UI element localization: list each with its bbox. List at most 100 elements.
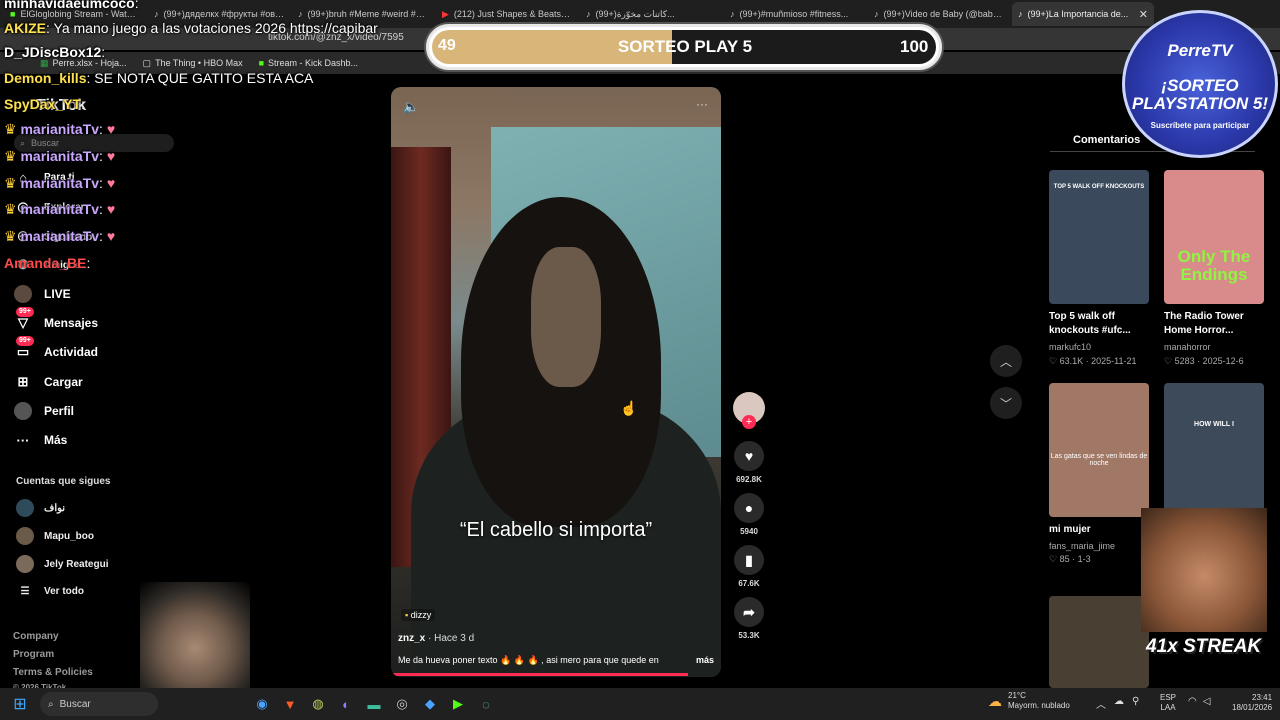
chat-message: ♛ marianitaTv: ♥: [4, 175, 116, 191]
logo-title: ¡SORTEO PLAYSTATION 5!: [1132, 76, 1268, 113]
brave-icon[interactable]: ▼: [276, 697, 304, 712]
mic-icon: ⚲: [1132, 696, 1140, 707]
thumbnail-author[interactable]: manahorror: [1164, 342, 1211, 352]
app-icon[interactable]: ◆: [416, 696, 444, 712]
video-thumbnail[interactable]: [1049, 596, 1149, 688]
more-options-icon[interactable]: ···: [696, 97, 708, 111]
clock[interactable]: 23:41 18/01/2026: [1232, 693, 1272, 713]
nav-item-actividad[interactable]: ▭ 99+ Actividad: [14, 336, 98, 361]
save-button[interactable]: ▮ 67.6K: [733, 545, 765, 588]
following-account[interactable]: Mapu_boo: [16, 527, 94, 545]
share-icon: ➦: [734, 597, 764, 627]
notification-badge: 99+: [16, 336, 34, 346]
heart-icon: ♥: [106, 201, 116, 217]
system-tray[interactable]: ︿ ☁ ⚲: [1096, 696, 1139, 711]
chevron-up-icon: ︿: [999, 354, 1012, 369]
more-icon: ···: [16, 432, 30, 448]
volume-icon[interactable]: 🔈: [403, 99, 419, 115]
outlook-icon[interactable]: ◉: [248, 696, 276, 712]
browser-tab[interactable]: ♪ (99+)Video de Baby (@babyte...: [868, 2, 1010, 26]
cloud-icon: ☁: [1114, 696, 1124, 707]
nav-item-mensajes[interactable]: ▽ 99+ Mensajes: [14, 307, 98, 332]
language-indicator[interactable]: ESP LAA: [1160, 693, 1176, 713]
crown-icon: ♛: [4, 175, 17, 191]
following-account[interactable]: نواف: [16, 499, 65, 517]
comment-icon: ●: [734, 493, 764, 523]
video-author[interactable]: znz_x · Hace 3 d: [398, 633, 474, 644]
more-link[interactable]: más: [696, 655, 714, 666]
browser-tab[interactable]: ▶(212) Just Shapes & Beats - Of...: [436, 2, 578, 26]
chat-message: Amanda_BE:: [4, 255, 91, 271]
nav-item-live[interactable]: LIVE: [14, 285, 71, 303]
nav-item-perfil[interactable]: Perfil: [14, 402, 74, 420]
avatar: [16, 499, 34, 517]
footer-link[interactable]: Terms & Policies: [13, 667, 93, 678]
video-player[interactable]: 🔈 ··· “El cabello si importa” ▪ dizzy zn…: [391, 87, 721, 677]
crown-icon: ♛: [4, 148, 17, 164]
video-thumbnail[interactable]: Las gatas que se ven lindas de noche: [1049, 383, 1149, 517]
poll-title: SORTEO PLAY 5: [617, 37, 753, 56]
discord-icon[interactable]: ◐: [332, 697, 360, 712]
browser-tab[interactable]: ♪ (99+)كاتنات مخوّرة...: [580, 2, 722, 26]
previous-video-button[interactable]: ︿: [990, 345, 1022, 377]
chat-message: ♛ marianitaTv: ♥: [4, 121, 116, 137]
footer-link[interactable]: Program: [13, 649, 54, 660]
follow-plus-icon[interactable]: +: [742, 415, 756, 429]
share-button[interactable]: ➦ 53.3K: [733, 597, 765, 640]
footer-link[interactable]: Company: [13, 631, 59, 642]
browser-tab-active[interactable]: ♪ (99+)La Importancia de... ✕: [1012, 2, 1154, 26]
search-icon: ⌕: [48, 698, 54, 710]
thumbnail-title[interactable]: The Radio Tower Home Horror...: [1164, 310, 1260, 338]
like-count: 692.8K: [736, 475, 762, 484]
thumbnail-author[interactable]: markufc10: [1049, 342, 1091, 352]
crown-icon: ♛: [4, 228, 17, 244]
heart-icon: ♥: [734, 441, 764, 471]
weather-widget[interactable]: ☁ 21°C Mayorm. nublado: [988, 691, 1070, 711]
app-icon[interactable]: ◍: [304, 696, 332, 712]
chat-message: ♛ marianitaTv: ♥: [4, 201, 116, 217]
streak-counter: 41x STREAK: [1146, 636, 1262, 657]
thumbnail-author[interactable]: fans_maria_jime: [1049, 541, 1115, 551]
tiktok-icon: ♪: [1018, 9, 1023, 19]
like-button[interactable]: ♥ 692.8K: [733, 441, 765, 484]
heart-icon: ♥: [106, 175, 116, 191]
chat-message: D_JDiscBox12:: [4, 44, 106, 60]
windows-start-icon[interactable]: ⊞: [0, 694, 40, 714]
video-caption: “El cabello si importa”: [459, 519, 653, 541]
heart-icon: ♥: [106, 148, 116, 164]
comment-button[interactable]: ● 5940: [733, 493, 765, 536]
video-progress-bar[interactable]: [391, 673, 688, 676]
upload-icon: ⊞: [17, 374, 29, 389]
nav-item-cargar[interactable]: ⊞ Cargar: [14, 373, 83, 391]
tray-icons[interactable]: ◠ ◁: [1188, 696, 1210, 707]
following-account[interactable]: Jely Reategui: [16, 555, 108, 573]
crown-icon: ♛: [4, 121, 17, 137]
taskbar-search[interactable]: ⌕ Buscar: [40, 692, 158, 716]
mouse-cursor-icon: ☝: [620, 400, 638, 416]
globe-icon[interactable]: ◌: [472, 697, 500, 712]
thumbnail-stats: ♡ 63.1K · 2025-11-21: [1049, 356, 1137, 366]
video-thumbnail[interactable]: Only The Endings: [1164, 170, 1264, 304]
close-icon[interactable]: ✕: [1139, 8, 1148, 21]
streamer-webcam: [140, 582, 250, 692]
wifi-icon: ◠: [1188, 696, 1197, 707]
tab-comentarios[interactable]: Comentarios: [1073, 134, 1140, 146]
next-video-button[interactable]: ﹀: [990, 387, 1022, 419]
see-all-link[interactable]: ☰ Ver todo: [16, 586, 85, 597]
browser-tab[interactable]: ♪ (99+)#muñmioso #fitness...: [724, 2, 866, 26]
music-tag[interactable]: ▪ dizzy: [401, 609, 436, 621]
nav-item-mas[interactable]: ··· Más: [14, 431, 68, 449]
logo-name: PerreTV: [1167, 41, 1233, 60]
logo-subtitle: Suscríbete para participar: [1150, 121, 1250, 130]
thumbnail-title[interactable]: Top 5 walk off knockouts #ufc...: [1049, 310, 1145, 338]
video-thumbnail[interactable]: HOW WILL I: [1164, 383, 1264, 517]
tiktok-icon: ♪: [730, 9, 735, 19]
poll-left-count: 49: [438, 37, 456, 54]
video-thumbnail[interactable]: TOP 5 WALK OFF KNOCKOUTS: [1049, 170, 1149, 304]
video-description: Me da hueva poner texto 🔥 🔥 🔥 , asi mero…: [398, 655, 714, 666]
obs-icon[interactable]: ◎: [388, 696, 416, 712]
crown-icon: ♛: [4, 201, 17, 217]
terminal-icon[interactable]: ▬: [360, 697, 388, 712]
thumbnail-title[interactable]: mi mujer: [1049, 523, 1145, 537]
kick-icon[interactable]: ▶: [444, 696, 472, 712]
